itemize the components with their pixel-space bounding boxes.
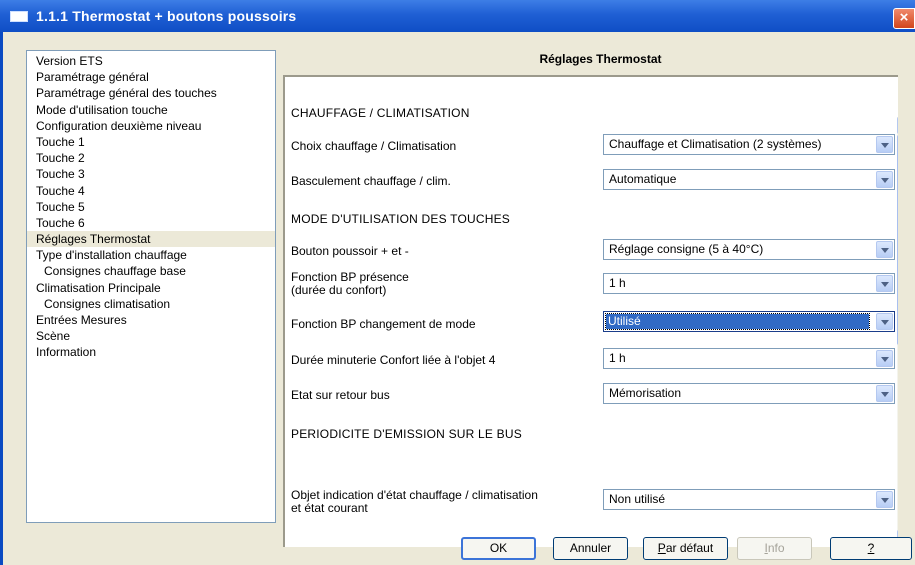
settings-panel: CHAUFFAGE / CLIMATISATION Choix chauffag… [283,75,898,547]
select-objet-indication[interactable]: Non utilisé [603,489,895,510]
param-label-bouton-poussoir: Bouton poussoir + et - [291,244,409,258]
chevron-down-icon[interactable] [876,491,893,508]
param-label-bp-presence: Fonction BP présence [291,270,409,284]
info-button: Info [737,537,812,560]
title-bar: 1.1.1 Thermostat + boutons poussoirs × [0,0,915,32]
chevron-down-icon[interactable] [876,275,893,292]
chevron-down-icon[interactable] [876,385,893,402]
tree-item-touche-5[interactable]: Touche 5 [27,199,275,215]
select-value: Automatique [609,172,677,186]
tree-item-touche-6[interactable]: Touche 6 [27,215,275,231]
close-button[interactable]: × [893,8,915,29]
param-label-choix-chauffage: Choix chauffage / Climatisation [291,139,457,153]
tree-item-consignes-climatisation[interactable]: Consignes climatisation [27,296,275,312]
select-value: 1 h [609,351,626,365]
help-button-label: ? [867,541,875,555]
panel-title: Réglages Thermostat [539,52,662,66]
select-value: Non utilisé [609,492,666,506]
select-choix-chauffage[interactable]: Chauffage et Climatisation (2 systèmes) [603,134,895,155]
tree-item-parametrage-general[interactable]: Paramétrage général [27,69,275,85]
select-bouton-poussoir[interactable]: Réglage consigne (5 à 40°C) [603,239,895,260]
section-heading-periodicite: PERIODICITE D'EMISSION SUR LE BUS [291,427,522,441]
ok-button[interactable]: OK [461,537,536,560]
tree-item-touche-4[interactable]: Touche 4 [27,183,275,199]
tree-item-climatisation-principale[interactable]: Climatisation Principale [27,280,275,296]
param-label-duree-minuterie: Durée minuterie Confort liée à l'objet 4 [291,353,496,367]
select-value: 1 h [609,276,626,290]
param-label-basculement: Basculement chauffage / clim. [291,174,451,188]
select-etat-retour-bus[interactable]: Mémorisation [603,383,895,404]
select-value: Réglage consigne (5 à 40°C) [609,242,764,256]
tree-item-config-deuxieme-niveau[interactable]: Configuration deuxième niveau [27,118,275,134]
tree-item-touche-2[interactable]: Touche 2 [27,150,275,166]
select-basculement[interactable]: Automatique [603,169,895,190]
param-label-etat-retour-bus: Etat sur retour bus [291,388,390,402]
chevron-down-icon[interactable] [876,241,893,258]
param-label-bp-changement-mode: Fonction BP changement de mode [291,317,476,331]
chevron-down-icon[interactable] [876,313,893,330]
help-button[interactable]: ? [830,537,912,560]
param-label-bp-presence-line2: (durée du confort) [291,283,387,297]
scrollbar-thumb[interactable] [897,135,898,345]
window-app-icon [10,11,28,22]
tree-item-scene[interactable]: Scène [27,328,275,344]
tree-item-reglages-thermostat[interactable]: Réglages Thermostat [27,231,275,248]
dialog-body: Version ETS Paramétrage général Paramétr… [0,32,915,565]
section-heading-touches: MODE D'UTILISATION DES TOUCHES [291,212,510,226]
select-value: Chauffage et Climatisation (2 systèmes) [609,137,822,151]
default-button-label: ar défaut [665,541,714,555]
select-bp-changement-mode[interactable]: Utilisé [603,311,895,332]
vertical-scrollbar[interactable] [897,117,898,547]
tree-item-consignes-chauffage[interactable]: Consignes chauffage base [27,263,275,279]
cancel-button[interactable]: Annuler [553,537,628,560]
select-duree-minuterie[interactable]: 1 h [603,348,895,369]
tree-item-version-ets[interactable]: Version ETS [27,53,275,69]
select-value: Mémorisation [609,386,682,400]
window-title: 1.1.1 Thermostat + boutons poussoirs [36,8,297,24]
tree-item-mode-utilisation[interactable]: Mode d'utilisation touche [27,102,275,118]
tree-item-entrees-mesures[interactable]: Entrées Mesures [27,312,275,328]
tree-item-information[interactable]: Information [27,344,275,360]
param-label-objet-indication: Objet indication d'état chauffage / clim… [291,488,538,502]
chevron-down-icon[interactable] [876,136,893,153]
tree-item-touche-3[interactable]: Touche 3 [27,166,275,182]
section-heading-chauffage: CHAUFFAGE / CLIMATISATION [291,106,470,120]
chevron-down-icon[interactable] [876,171,893,188]
tree-item-type-installation[interactable]: Type d'installation chauffage [27,247,275,263]
default-button-accel: P [657,541,666,555]
scroll-up-icon[interactable] [897,117,898,134]
tree-item-parametrage-touches[interactable]: Paramétrage général des touches [27,85,275,101]
parameter-tree[interactable]: Version ETS Paramétrage général Paramétr… [26,50,276,523]
select-value: Utilisé [605,313,870,330]
default-button[interactable]: Par défaut [643,537,728,560]
tree-item-touche-1[interactable]: Touche 1 [27,134,275,150]
info-button-label: nfo [767,541,785,555]
chevron-down-icon[interactable] [876,350,893,367]
select-bp-presence[interactable]: 1 h [603,273,895,294]
param-label-objet-indication-line2: et état courant [291,501,368,515]
